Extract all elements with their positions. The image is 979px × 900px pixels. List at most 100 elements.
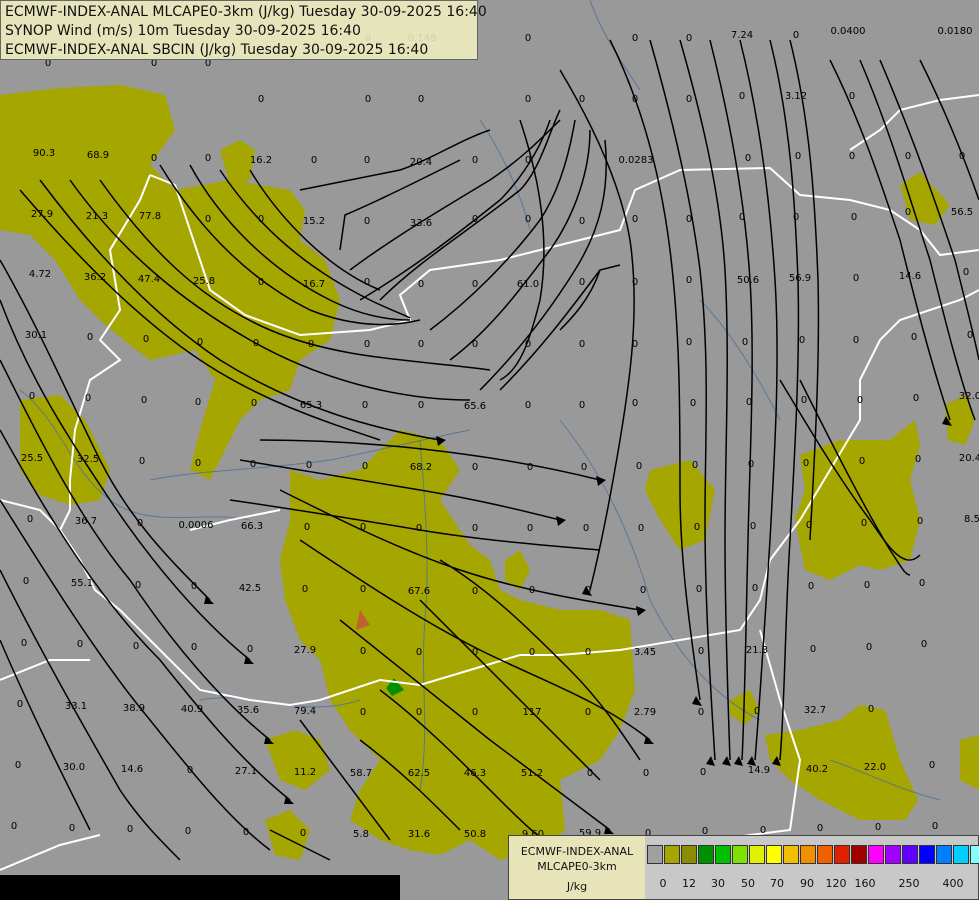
- station-value: 0: [258, 214, 264, 225]
- station-value: 55.1: [71, 578, 93, 589]
- station-value: 0: [636, 461, 642, 472]
- legend-swatches: [647, 845, 979, 866]
- station-value: 47.4: [138, 274, 160, 285]
- station-value: 0: [525, 94, 531, 105]
- station-value: 0: [587, 768, 593, 779]
- station-value: 0: [23, 576, 29, 587]
- map-canvas: 00.1480007.2400.04000.0180000000000003.1…: [0, 0, 979, 900]
- weather-map[interactable]: 00.1480007.2400.04000.0180000000000003.1…: [0, 0, 979, 900]
- station-value: 0: [525, 214, 531, 225]
- station-value: 0: [360, 522, 366, 533]
- station-value: 0: [195, 397, 201, 408]
- station-value: 0: [585, 585, 591, 596]
- station-value: 50.6: [737, 275, 759, 286]
- station-value: 0.0400: [831, 26, 866, 37]
- station-value: 30.0: [63, 762, 85, 773]
- station-value: 32.7: [804, 705, 826, 716]
- legend-label: ECMWF-INDEX-ANAL MLCAPE0-3km J/kg: [509, 836, 645, 899]
- station-value: 0: [579, 216, 585, 227]
- station-value: 8.5: [964, 514, 979, 525]
- legend-tick-label: 90: [800, 877, 814, 890]
- station-value: 14.6: [899, 271, 921, 282]
- station-value: 0: [11, 821, 17, 832]
- station-value: 0: [808, 581, 814, 592]
- station-value: 15.2: [303, 216, 325, 227]
- station-value: 0: [700, 767, 706, 778]
- station-value: 117: [522, 707, 541, 718]
- station-value: 0: [917, 516, 923, 527]
- legend-swatch: [766, 845, 782, 864]
- color-legend: ECMWF-INDEX-ANAL MLCAPE0-3km J/kg 0 12 30 5…: [508, 835, 979, 900]
- legend-tick-label: 12: [682, 877, 696, 890]
- legend-tick-label: 160: [854, 877, 876, 890]
- station-value: 0: [15, 760, 21, 771]
- station-value: 11.2: [294, 767, 316, 778]
- station-value: 25.5: [21, 453, 43, 464]
- station-value: 27.1: [235, 766, 257, 777]
- station-value: 0: [911, 332, 917, 343]
- legend-parameter: MLCAPE0-3km: [537, 860, 617, 873]
- station-value: 0: [686, 94, 692, 105]
- station-value: 65.3: [300, 400, 322, 411]
- station-value: 0: [364, 216, 370, 227]
- station-value: 56.5: [951, 207, 973, 218]
- station-value: 0: [905, 207, 911, 218]
- station-value: 0: [632, 214, 638, 225]
- station-value: 0: [849, 151, 855, 162]
- station-value: 0: [17, 699, 23, 710]
- station-value: 0: [915, 454, 921, 465]
- station-value: 0: [861, 518, 867, 529]
- station-value: 0: [247, 644, 253, 655]
- station-value: 0: [191, 642, 197, 653]
- station-value: 0: [739, 91, 745, 102]
- station-value: 0: [750, 521, 756, 532]
- station-value: 0: [967, 330, 973, 341]
- station-value: 0: [137, 518, 143, 529]
- station-value: 0: [686, 214, 692, 225]
- station-value: 0: [581, 462, 587, 473]
- station-value: 0: [306, 460, 312, 471]
- station-value: 0: [579, 277, 585, 288]
- station-value: 0: [364, 339, 370, 350]
- station-value: 0: [963, 267, 969, 278]
- station-value: 0: [929, 760, 935, 771]
- station-value: 0: [251, 398, 257, 409]
- station-value: 0: [143, 334, 149, 345]
- legend-tick-label: 0: [659, 877, 667, 890]
- station-value: 14.6: [121, 764, 143, 775]
- station-value: 0: [205, 214, 211, 225]
- station-value: 0: [853, 335, 859, 346]
- station-value: 0: [698, 707, 704, 718]
- station-value: 0: [859, 456, 865, 467]
- station-value: 0: [27, 514, 33, 525]
- station-value: 0: [632, 277, 638, 288]
- station-value: 0: [806, 520, 812, 531]
- station-value: 0: [472, 462, 478, 473]
- station-value: 0: [472, 647, 478, 658]
- station-value: 21.3: [86, 211, 108, 222]
- station-value: 0: [362, 461, 368, 472]
- station-value: 0: [817, 823, 823, 834]
- station-value: 0: [525, 155, 531, 166]
- station-value: 0: [304, 522, 310, 533]
- station-value: 0: [258, 94, 264, 105]
- station-value: 0: [640, 585, 646, 596]
- legend-swatch: [885, 845, 901, 864]
- station-value: 0: [525, 339, 531, 350]
- station-value: 20.4: [959, 453, 979, 464]
- station-value: 0.0006: [179, 520, 214, 531]
- legend-tick-label: 50: [741, 877, 755, 890]
- station-value: 16.2: [250, 155, 272, 166]
- station-value: 0: [793, 212, 799, 223]
- legend-swatch: [783, 845, 799, 864]
- station-value: 0: [579, 94, 585, 105]
- station-value: 0: [851, 212, 857, 223]
- station-value: 0: [364, 155, 370, 166]
- station-value: 0: [472, 155, 478, 166]
- station-value: 7.24: [731, 30, 753, 41]
- station-value: 21.3: [746, 645, 768, 656]
- legend-swatch: [715, 845, 731, 864]
- station-value: 0: [875, 822, 881, 833]
- station-value: 0: [686, 33, 692, 44]
- station-value: 0: [195, 458, 201, 469]
